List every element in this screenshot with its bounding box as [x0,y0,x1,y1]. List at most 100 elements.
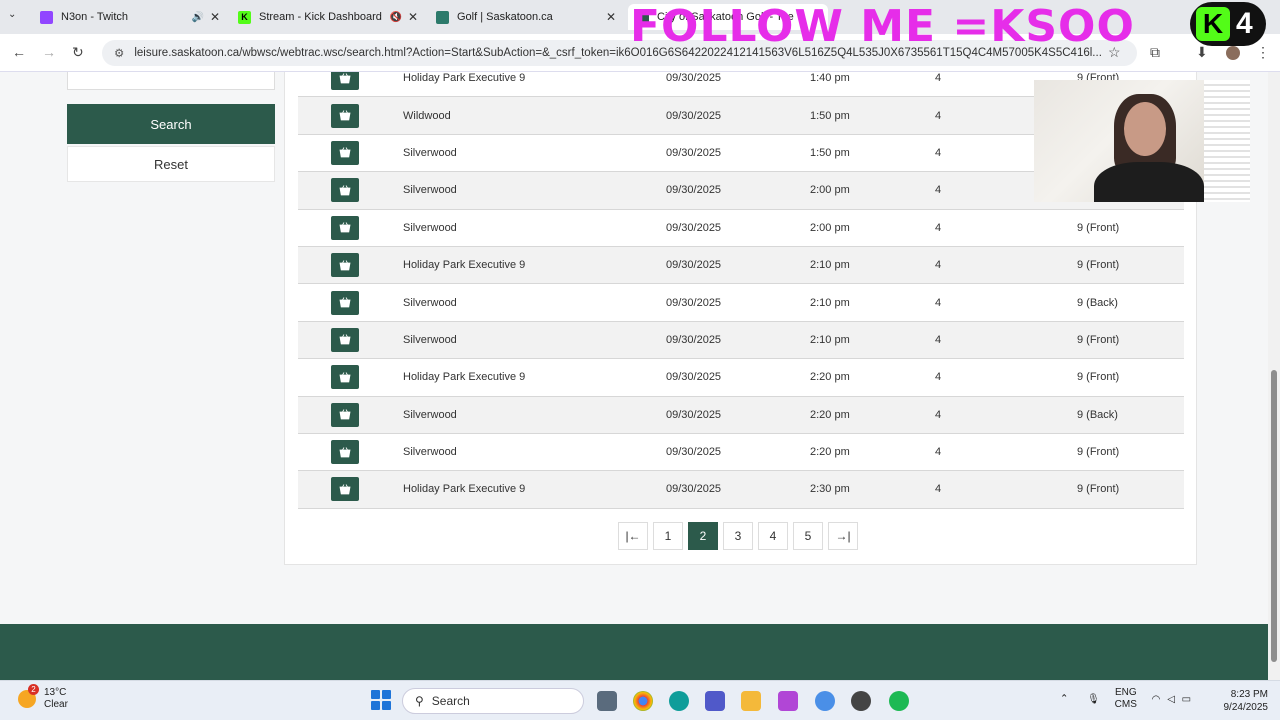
tab-twitch[interactable]: N3on - Twitch 🔊 ✕ [32,4,228,30]
system-tray: ⌃ 🎙 ENG CMS ◠ ◁ ▭ [1060,687,1191,711]
person-face [1124,102,1166,156]
clock[interactable]: 8:23 PM 9/24/2025 [1212,688,1269,714]
taskbar-search[interactable]: ⚲ Search [402,688,584,714]
holes-cell: 9 (Front) [1077,333,1120,346]
close-icon[interactable]: ✕ [210,10,220,24]
add-to-cart-button[interactable] [331,140,359,165]
course-cell: Silverwood [403,146,457,159]
copilot-icon[interactable] [778,691,798,711]
back-arrow-icon[interactable]: ← [12,44,26,60]
table-row: Silverwood 09/30/2025 2:20 pm 4 9 (Front) [298,434,1184,472]
add-to-cart-button[interactable] [331,103,359,128]
teams-icon[interactable] [705,691,725,711]
basket-icon [339,185,351,196]
task-view-icon[interactable] [597,691,617,711]
add-to-cart-button[interactable] [331,290,359,315]
tab-tee-times[interactable]: City of Saskatoon Golf - Tee T [628,4,828,30]
language-indicator[interactable]: ENG CMS [1115,687,1137,711]
page-1-button[interactable]: 1 [653,522,683,550]
extensions-icon[interactable]: ⧉ [1150,44,1160,61]
players-cell: 4 [935,371,942,384]
windows-taskbar: 2 13°C Clear ⚲ Search ⌃ 🎙 ENG CMS ◠ ◁ ▭ … [0,680,1280,720]
tab-kick[interactable]: K Stream - Kick Dashboard 🔇 ✕ [230,4,426,30]
page-2-button[interactable]: 2 [688,522,718,550]
table-row: Silverwood 09/30/2025 2:10 pm 4 9 (Front) [298,321,1184,360]
add-to-cart-button[interactable] [331,215,359,240]
add-to-cart-button[interactable] [331,365,359,390]
chrome-profile-icon[interactable] [815,691,835,711]
first-page-button[interactable]: |← [618,522,648,550]
basket-icon [339,110,351,121]
obs-icon[interactable] [851,691,871,711]
weather-desc: Clear [44,699,68,710]
tab-golf-saskatoon[interactable]: Golf | Saskatoon.ca ✕ [428,4,624,30]
file-explorer-icon[interactable] [741,691,761,711]
weather-widget[interactable]: 2 13°C Clear [18,684,68,711]
site-footer [0,624,1268,680]
players-cell: 4 [935,483,942,496]
close-icon[interactable]: ✕ [408,10,418,24]
add-to-cart-button[interactable] [331,178,359,203]
clock-date: 9/24/2025 [1223,702,1269,713]
kick-icon: K [238,10,251,24]
menu-dots-icon[interactable]: ⋮ [1256,44,1270,61]
taskbar-search-label: Search [431,694,470,708]
basket-icon [339,297,351,308]
page-scrollbar[interactable] [1268,72,1280,680]
players-cell: 4 [935,333,942,346]
site-info-icon[interactable]: ⚙ [114,46,124,60]
avatar[interactable] [1226,46,1240,60]
course-cell: Silverwood [403,296,457,309]
scrollbar-thumb[interactable] [1271,370,1277,662]
wifi-icon[interactable]: ◠ [1152,694,1161,705]
basket-icon [339,446,351,457]
basket-icon [339,147,351,158]
time-cell: 2:10 pm [810,296,850,309]
start-button[interactable] [371,690,391,710]
table-row: Silverwood 09/30/2025 2:10 pm 4 9 (Back) [298,284,1184,322]
webcam-overlay [1034,80,1250,202]
battery-icon[interactable]: ▭ [1182,694,1191,705]
window-blinds [1204,80,1250,202]
filter-field[interactable] [67,72,275,90]
players-cell: 4 [935,259,942,272]
table-row: Holiday Park Executive 9 09/30/2025 2:20 p… [298,359,1184,397]
holes-cell: 9 (Front) [1077,259,1120,272]
chrome-icon[interactable] [633,691,653,711]
weather-sun-icon: 2 [18,684,39,708]
close-icon[interactable]: ✕ [606,10,616,24]
players-cell: 4 [935,221,942,234]
edge-icon[interactable] [669,691,689,711]
add-to-cart-button[interactable] [331,72,359,91]
last-page-button[interactable]: →| [828,522,858,550]
date-cell: 09/30/2025 [666,184,722,197]
add-to-cart-button[interactable] [331,402,359,427]
speaker-icon[interactable]: 🔊 [191,12,203,23]
add-to-cart-button[interactable] [331,477,359,502]
players-cell: 4 [935,296,942,309]
downloads-icon[interactable]: ⬇ [1196,44,1208,61]
tab-search-chevron-icon[interactable]: ⌄ [8,9,16,20]
forward-arrow-icon[interactable]: → [42,44,56,60]
chevron-up-icon[interactable]: ⌃ [1060,694,1068,705]
bookmark-star-icon[interactable]: ☆ [1108,44,1121,61]
course-cell: Silverwood [403,184,457,197]
volume-icon[interactable]: ◁ [1167,694,1175,705]
browser-toolbar: ← → ↻ ⚙ leisure.saskatoon.ca/wbwsc/webtr… [0,34,1280,72]
person-body [1094,162,1204,202]
address-bar[interactable]: ⚙ leisure.saskatoon.ca/wbwsc/webtrac.wsc… [102,40,1137,66]
search-button[interactable]: Search [67,104,275,144]
reload-icon[interactable]: ↻ [72,44,84,61]
page-3-button[interactable]: 3 [723,522,753,550]
page-5-button[interactable]: 5 [793,522,823,550]
reset-button[interactable]: Reset [67,146,275,182]
spotify-icon[interactable] [889,691,909,711]
add-to-cart-button[interactable] [331,253,359,278]
add-to-cart-button[interactable] [331,327,359,352]
date-cell: 09/30/2025 [666,259,722,272]
table-row: Silverwood 09/30/2025 2:00 pm 4 9 (Front) [298,210,1184,247]
microphone-icon[interactable]: 🎙 [1087,694,1100,705]
add-to-cart-button[interactable] [331,440,359,465]
mute-icon[interactable]: 🔇 [389,12,401,23]
page-4-button[interactable]: 4 [758,522,788,550]
